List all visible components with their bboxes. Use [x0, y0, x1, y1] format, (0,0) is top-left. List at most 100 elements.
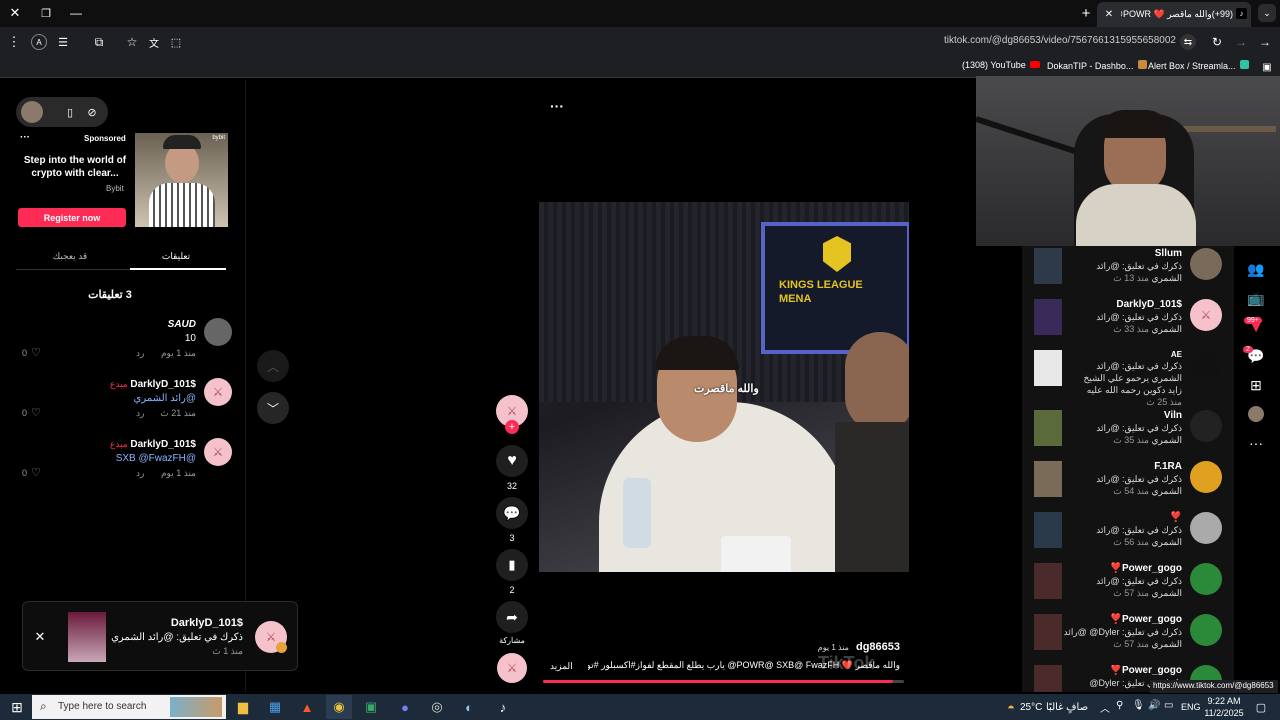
previous-video-button[interactable]: ︿	[257, 350, 289, 382]
sound-avatar[interactable]: ⚔	[497, 653, 527, 683]
share-button[interactable]: ➦	[496, 601, 528, 633]
streamer-body	[1076, 184, 1196, 246]
reading-list-icon[interactable]: ☰	[55, 34, 71, 50]
ad-options-icon[interactable]: ···	[20, 132, 30, 143]
notification-item[interactable]: Power_gogo❣️ ذكرك في تعليق: @رائد الشمري…	[1030, 563, 1226, 613]
video-progress-track[interactable]	[543, 680, 904, 683]
close-toast-icon[interactable]: ✕	[31, 628, 49, 646]
comment-button[interactable]: 💬	[496, 497, 528, 529]
comment-user[interactable]: DarklyD_101$	[130, 439, 196, 450]
clock-date[interactable]: 11/2/2025	[1200, 708, 1248, 718]
tray-mic-icon[interactable]: 🎙	[1132, 700, 1145, 711]
active-tab[interactable]: ✕ (99+)والله ماقصر ❤️ POWR@ ♪	[1097, 2, 1251, 27]
video-player[interactable]: KINGS LEAGUE MENA والله ماقصرت	[539, 202, 909, 572]
bookmark-star-icon[interactable]: ☆	[124, 34, 140, 50]
profile-icon[interactable]: A	[31, 34, 47, 50]
store-icon[interactable]: ▦	[262, 695, 288, 719]
close-tab-icon[interactable]: ✕	[1103, 7, 1115, 21]
tray-battery-icon[interactable]: ▭	[1164, 700, 1173, 711]
windows-start-icon[interactable]: ⊞	[6, 697, 28, 717]
video-author[interactable]: dg86653 منذ 1 يوم	[790, 641, 900, 653]
heart-outline-icon[interactable]: ♡	[31, 466, 41, 479]
bookmark-youtube[interactable]: (1308) YouTube	[962, 60, 1042, 74]
tab-search-button[interactable]: ⌄	[1258, 4, 1276, 22]
tray-chevron-icon[interactable]: ︿	[1100, 700, 1110, 715]
notification-user: F.1RA	[1154, 461, 1182, 472]
tab-liked[interactable]: قد يعجبك	[30, 251, 110, 262]
comment-user[interactable]: DarklyD_101$	[130, 379, 196, 390]
notification-user: Sllum	[1154, 248, 1182, 259]
notification-item[interactable]: Power_gogo❣️ ذكرك في تعليق: Dyler@ @رائد…	[1030, 614, 1226, 664]
obs-icon[interactable]: ◎	[424, 695, 450, 719]
site-settings-icon[interactable]: ⇆	[1180, 34, 1196, 50]
tray-network-icon[interactable]: ⚲	[1116, 700, 1123, 711]
notification-center-icon[interactable]: ▢	[1252, 698, 1270, 716]
water-bottle	[623, 478, 651, 548]
follow-plus-icon[interactable]: +	[505, 420, 519, 434]
avatar[interactable]: ⚔	[204, 438, 232, 466]
back-icon[interactable]: →	[1257, 34, 1273, 50]
avatar[interactable]	[21, 101, 43, 123]
forward-icon[interactable]: →	[1233, 34, 1249, 50]
xbox-app-icon[interactable]: ▣	[358, 695, 384, 719]
profile-avatar-icon[interactable]	[1243, 401, 1269, 427]
tab-comments[interactable]: تعليقات	[136, 251, 216, 262]
menu-kebab-icon[interactable]: ⋮	[6, 34, 22, 50]
tray-volume-icon[interactable]: 🔊	[1148, 700, 1160, 711]
live-icon[interactable]: 📺	[1243, 285, 1269, 311]
notification-item[interactable]: ❣️ ذكرك في تعليق: @رائد الشمري منذ 56 ث	[1030, 512, 1226, 562]
bookmark-dokantip[interactable]: DokanTIP - Dashbo...	[1047, 60, 1147, 74]
tiktok-favicon-icon: ♪	[1236, 8, 1247, 19]
notification-item[interactable]: Sllum ذكرك في تعليق: @رائد الشمري منذ 13…	[1030, 248, 1226, 298]
ad-headline[interactable]: Step into the world of crypto with clear…	[22, 154, 128, 180]
discord-icon[interactable]: ●	[392, 695, 418, 719]
ad-register-button[interactable]: Register now	[18, 208, 126, 227]
extensions-icon[interactable]: ⧉	[91, 34, 107, 50]
heart-outline-icon[interactable]: ♡	[31, 346, 41, 359]
avatar[interactable]: ⚔	[204, 378, 232, 406]
upload-icon[interactable]: ⊞	[1243, 372, 1269, 398]
comment-user[interactable]: SAUD	[168, 319, 196, 330]
translate-icon[interactable]: 文	[146, 34, 162, 50]
ad-image[interactable]: bybit	[135, 133, 228, 227]
friends-icon[interactable]: 👥	[1243, 256, 1269, 282]
reply-button[interactable]: رد	[136, 468, 144, 479]
restore-window-button[interactable]: ❐	[37, 5, 55, 21]
video-more-icon[interactable]: ···	[550, 98, 564, 114]
folder-icon[interactable]: ▣	[1260, 60, 1274, 74]
reply-button[interactable]: رد	[136, 408, 144, 419]
next-video-button[interactable]: ﹀	[257, 392, 289, 424]
notification-text: ذكرك في تعليق: @رائد الشمري منذ 33 ث	[1082, 311, 1182, 335]
notification-item[interactable]: ⚔ DarklyD_101$ ذكرك في تعليق: @رائد الشم…	[1030, 299, 1226, 349]
mobile-icon[interactable]: ▯	[62, 103, 78, 121]
notification-item[interactable]: Viln ذكرك في تعليق: @رائد الشمري منذ 35 …	[1030, 410, 1226, 460]
heart-outline-icon[interactable]: ♡	[31, 406, 41, 419]
reply-button[interactable]: رد	[136, 348, 144, 359]
taskbar-search[interactable]: ⌕ Type here to search	[32, 695, 226, 719]
like-button[interactable]: ♥	[496, 445, 528, 477]
notification-item[interactable]: AE ذكرك في تعليق: @رائد الشمري يرحمو علي…	[1030, 350, 1226, 407]
install-app-icon[interactable]: ⬚	[168, 34, 184, 50]
bookmark-streamlabs[interactable]: Alert Box / Streamla...	[1148, 60, 1250, 74]
save-count: 2	[509, 585, 515, 595]
more-icon[interactable]: ···	[1243, 430, 1269, 456]
compass-icon[interactable]: ⊘	[84, 103, 100, 121]
like-count: 32	[506, 481, 517, 491]
new-tab-button[interactable]: +	[1077, 4, 1095, 22]
notification-item[interactable]: F.1RA ذكرك في تعليق: @رائد الشمري منذ 54…	[1030, 461, 1226, 511]
address-input[interactable]: tiktok.com/@dg86653/video/75676613159556…	[870, 35, 1176, 49]
save-button[interactable]: ▮	[496, 549, 528, 581]
language-indicator[interactable]: ENG	[1181, 702, 1201, 712]
avatar[interactable]	[204, 318, 232, 346]
close-window-button[interactable]: ✕	[6, 5, 24, 21]
minimize-window-button[interactable]: —	[67, 5, 85, 21]
mention-toast[interactable]: ✕ DarklyD_101$ ذكرك في تعليق: @رائد الشم…	[22, 601, 298, 671]
steam-icon[interactable]: ◐	[456, 695, 482, 719]
clock-time[interactable]: 9:22 AM	[1200, 696, 1248, 706]
tiktok-app-icon[interactable]: ♪	[490, 695, 516, 719]
chrome-icon[interactable]: ◉	[326, 695, 352, 719]
reload-icon[interactable]: ↻	[1209, 34, 1225, 50]
file-explorer-icon[interactable]: ▆	[230, 695, 256, 719]
caption-more-link[interactable]: المزيد	[550, 661, 573, 672]
brave-icon[interactable]: ▲	[294, 695, 320, 719]
